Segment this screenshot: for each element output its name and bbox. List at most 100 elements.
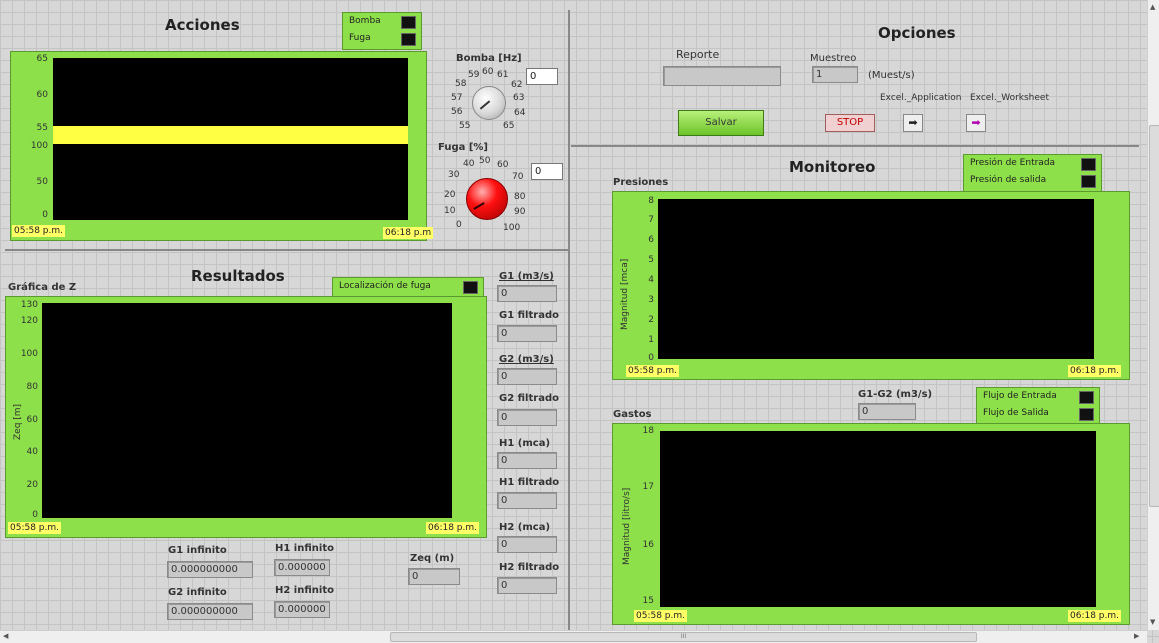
fuga-knob[interactable] (466, 178, 508, 220)
excel-worksheet-refnum[interactable]: ➡ (966, 114, 986, 132)
scroll-left-arrow-icon[interactable]: ◀ (3, 632, 8, 640)
arrow-right-icon: ➡ (908, 116, 918, 129)
legend-item-flujo-salida[interactable]: Flujo de Salida (977, 405, 1099, 422)
monitoreo-title: Monitoreo (789, 158, 876, 176)
knob-pointer (473, 202, 485, 210)
time-end-label: 06:18 p.m. (1068, 610, 1121, 622)
bomba-value-input[interactable]: 0 (526, 68, 558, 85)
y-tick: 5 (648, 255, 654, 265)
y-tick: 3 (648, 295, 654, 305)
zeq-indicator: 0 (408, 568, 460, 585)
knob-scale: 100 (503, 223, 521, 233)
excel-worksheet-label: Excel._Worksheet (970, 93, 1049, 103)
legend-flujo-entrada-label: Flujo de Entrada (983, 391, 1057, 401)
knob-scale: 20 (444, 190, 456, 200)
y-tick: 2 (648, 315, 654, 325)
y-axis-title: Magnitud [mca] (620, 258, 630, 330)
y-tick: 130 (20, 300, 38, 310)
stop-button[interactable]: STOP (825, 114, 875, 132)
legend-item-bomba[interactable]: Bomba (343, 13, 421, 30)
line-style-icon (1079, 391, 1094, 404)
g1-infinito-label: G1 infinito (168, 545, 227, 556)
time-start-label: 05:58 p.m. (634, 610, 687, 622)
gastos-plot-area[interactable] (660, 431, 1096, 607)
y-tick: 7 (648, 215, 654, 225)
bomba-knob-label: Bomba [Hz] (456, 53, 522, 64)
y-tick: 0 (648, 353, 654, 363)
salvar-button[interactable]: Salvar (678, 110, 764, 136)
scroll-down-arrow-icon[interactable]: ▼ (1150, 618, 1155, 626)
knob-scale: 90 (514, 207, 526, 217)
line-style-icon (1081, 175, 1096, 188)
legend-item-localizacion[interactable]: Localización de fuga (333, 278, 483, 295)
bomba-knob[interactable] (472, 86, 506, 120)
g1g2-indicator: 0 (858, 403, 916, 420)
grafica-z-title: Gráfica de Z (8, 282, 77, 293)
knob-scale: 55 (459, 121, 471, 131)
excel-application-refnum[interactable]: ➡ (903, 114, 923, 132)
scroll-up-arrow-icon[interactable]: ▲ (1150, 3, 1155, 11)
knob-scale: 56 (451, 107, 463, 117)
legend-item-fuga[interactable]: Fuga (343, 30, 421, 47)
g1g2-label: G1-G2 (m3/s) (858, 389, 933, 400)
knob-scale: 62 (511, 80, 523, 90)
knob-scale: 60 (482, 67, 494, 77)
vertical-scrollbar[interactable]: ▲ ▼ (1147, 0, 1159, 630)
h2-infinito-indicator: 0.000000 (274, 601, 330, 618)
resultados-title: Resultados (191, 267, 285, 285)
knob-pointer (479, 100, 491, 110)
presiones-plot-area[interactable] (658, 199, 1094, 359)
horizontal-scrollbar[interactable]: ◀ III ▶ (0, 630, 1147, 643)
knob-scale: 64 (514, 108, 526, 118)
y-tick: 18 (642, 426, 654, 436)
knob-scale: 65 (503, 121, 515, 131)
opciones-bottom-divider (571, 145, 1139, 147)
knob-scale: 59 (468, 70, 480, 80)
y-tick: 50 (36, 177, 48, 187)
grafica-z-plot-area[interactable] (42, 303, 452, 518)
h1-infinito-label: H1 infinito (275, 543, 334, 554)
line-style-icon (1081, 158, 1096, 171)
g2-filtrado-indicator: 0 (497, 409, 557, 426)
knob-scale: 50 (479, 156, 491, 166)
scroll-right-arrow-icon[interactable]: ▶ (1134, 632, 1139, 640)
presiones-title: Presiones (613, 177, 669, 188)
bomba-trace-line (53, 126, 408, 144)
scroll-grip: III (680, 633, 687, 640)
reporte-path-indicator[interactable] (663, 66, 781, 86)
h2-filtrado-indicator: 0 (497, 577, 557, 594)
legend-fuga-label: Fuga (349, 33, 371, 43)
knob-scale: 80 (514, 192, 526, 202)
g1-label: G1 (m3/s) (499, 271, 554, 282)
legend-item-presion-entrada[interactable]: Presión de Entrada (964, 155, 1101, 172)
muestreo-label: Muestreo (810, 53, 857, 64)
legend-item-presion-salida[interactable]: Presión de salida (964, 172, 1101, 189)
y-tick: 60 (36, 90, 48, 100)
time-end-label: 06:18 p.m. (426, 522, 479, 534)
y-tick: 100 (30, 141, 48, 151)
time-end-label: 06:18 p.m (383, 227, 434, 239)
muestreo-unit: (Muest/s) (868, 70, 915, 81)
horizontal-scroll-thumb[interactable]: III (390, 632, 977, 642)
vertical-scroll-thumb[interactable] (1149, 125, 1159, 507)
g2-indicator: 0 (497, 368, 557, 385)
g2-label: G2 (m3/s) (499, 354, 554, 365)
time-end-label: 06:18 p.m. (1068, 365, 1121, 377)
time-start-label: 05:58 p.m. (626, 365, 679, 377)
line-style-icon (401, 33, 416, 46)
y-tick: 65 (36, 54, 48, 64)
legend-localizacion-label: Localización de fuga (339, 281, 431, 291)
knob-scale: 61 (497, 70, 509, 80)
g2-infinito-label: G2 infinito (168, 587, 227, 598)
legend-flujo-salida-label: Flujo de Salida (983, 408, 1049, 418)
knob-scale: 30 (448, 170, 460, 180)
y-tick: 40 (26, 447, 38, 457)
vertical-divider (568, 10, 570, 630)
fuga-value-input[interactable]: 0 (531, 163, 563, 180)
y-tick: 0 (42, 210, 48, 220)
muestreo-input[interactable]: 1 (812, 66, 858, 83)
h1-filtrado-indicator: 0 (497, 492, 557, 509)
h1-filtrado-label: H1 filtrado (499, 477, 560, 488)
line-style-icon (401, 16, 416, 29)
legend-item-flujo-entrada[interactable]: Flujo de Entrada (977, 388, 1099, 405)
